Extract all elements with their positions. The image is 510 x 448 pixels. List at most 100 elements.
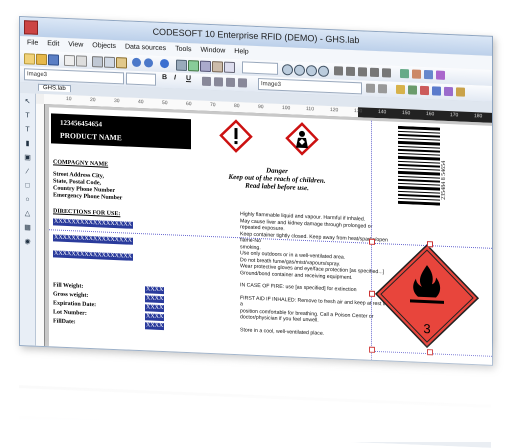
form-icon[interactable]: [188, 60, 199, 71]
barcode-tool-icon[interactable]: [420, 86, 429, 95]
bold-button[interactable]: B: [162, 74, 167, 81]
link-icon[interactable]: [444, 87, 453, 96]
hazard-statements[interactable]: Highly flammable liquid and vapour. Harm…: [240, 211, 390, 339]
exclamation-pictogram-icon[interactable]: [219, 118, 253, 153]
class-number: 3: [423, 321, 430, 336]
barcode-graphic[interactable]: [398, 126, 440, 206]
tab-ghs-lab[interactable]: GHS.lab: [38, 84, 71, 92]
table-icon[interactable]: [212, 61, 223, 72]
align-icon[interactable]: [334, 66, 343, 75]
size-combo[interactable]: [126, 72, 156, 85]
menu-objects[interactable]: Objects: [92, 39, 116, 54]
ruler-mark: 60: [186, 101, 192, 107]
paragraph-tool-icon[interactable]: T: [23, 125, 32, 134]
menu-window[interactable]: Window: [200, 44, 225, 59]
zoom-combo[interactable]: [242, 61, 278, 75]
label-page[interactable]: 123456454654 PRODUCT NAME COMPAGNY NAME …: [49, 107, 492, 365]
database-icon[interactable]: [176, 60, 187, 71]
selection-handle[interactable]: [369, 239, 375, 245]
align-right-icon[interactable]: [226, 78, 235, 87]
print-preview-icon[interactable]: [76, 55, 87, 66]
undo-icon[interactable]: [132, 58, 141, 67]
barcode-number[interactable]: 235484 8 54654: [441, 130, 451, 200]
variable-icon[interactable]: [400, 69, 409, 78]
zoom-fit-icon[interactable]: [306, 65, 317, 76]
rfid-icon[interactable]: [224, 62, 235, 73]
menu-view[interactable]: View: [68, 38, 83, 53]
selection-handle[interactable]: [427, 241, 433, 247]
directions-title[interactable]: DIRECTIONS FOR USE:: [53, 208, 120, 218]
rfid-tag-icon[interactable]: ◉: [23, 237, 32, 246]
redo-icon[interactable]: [144, 58, 153, 67]
menu-edit[interactable]: Edit: [47, 37, 59, 52]
text-tool-icon[interactable]: T: [23, 111, 32, 120]
menu-tools[interactable]: Tools: [175, 43, 191, 58]
ole-icon[interactable]: [432, 86, 441, 95]
justify-icon[interactable]: [238, 78, 247, 87]
paste-icon[interactable]: [116, 57, 127, 68]
open-folder-icon[interactable]: [36, 54, 47, 65]
zoom-out-icon[interactable]: [294, 65, 305, 76]
rfid-tool-icon[interactable]: [456, 87, 465, 96]
select-tool-icon[interactable]: ↖: [23, 97, 32, 106]
rectangle-tool-icon[interactable]: □: [23, 181, 32, 190]
selection-handle[interactable]: [369, 291, 375, 297]
order-icon[interactable]: [358, 67, 367, 76]
grid-icon[interactable]: [200, 61, 211, 72]
cut-icon[interactable]: [92, 56, 103, 67]
placeholder-line[interactable]: XXXXXXXXXXXXXXXXXX: [53, 218, 133, 228]
fill-color-icon[interactable]: [378, 84, 387, 93]
product-id-text[interactable]: 123456454654: [60, 119, 102, 129]
polygon-tool-icon[interactable]: △: [23, 209, 32, 218]
copy-icon[interactable]: [104, 57, 115, 68]
new-document-icon[interactable]: [24, 53, 35, 64]
align-left-icon[interactable]: [202, 77, 211, 86]
field-label[interactable]: FillDate:: [53, 318, 76, 326]
group-icon[interactable]: [370, 68, 379, 77]
ruler-mark: 110: [306, 106, 314, 112]
field-value[interactable]: XXXX: [145, 286, 164, 294]
design-canvas[interactable]: 123456454654 PRODUCT NAME COMPAGNY NAME …: [45, 104, 492, 365]
save-icon[interactable]: [48, 54, 59, 65]
line-tool-icon[interactable]: ∕: [23, 167, 32, 176]
image-tool-icon[interactable]: ▣: [23, 153, 32, 162]
ruler-mark: 90: [258, 104, 264, 110]
field-value[interactable]: XXXX: [145, 322, 164, 330]
text-color-icon[interactable]: [366, 84, 375, 93]
align-center-icon[interactable]: [214, 77, 223, 86]
italic-button[interactable]: I: [174, 74, 176, 81]
distribute-icon[interactable]: [346, 67, 355, 76]
barcode-icon[interactable]: ▮: [23, 139, 32, 148]
zoom-in-icon[interactable]: [282, 64, 293, 75]
counter-icon[interactable]: [424, 70, 433, 79]
ellipse-tool-icon[interactable]: ○: [23, 195, 32, 204]
field-label[interactable]: Lot Number:: [53, 309, 87, 317]
table-tool-icon[interactable]: ▦: [23, 223, 32, 232]
underline-button[interactable]: U: [186, 75, 191, 82]
image-icon[interactable]: [396, 85, 405, 94]
field-value[interactable]: XXXX: [145, 295, 164, 303]
company-name-text[interactable]: COMPAGNY NAME: [53, 159, 108, 168]
address-line-4[interactable]: Emergency Phone Number: [53, 192, 122, 202]
field-label[interactable]: Fill Weight:: [53, 282, 83, 290]
help-icon[interactable]: [160, 59, 169, 68]
date-icon[interactable]: [436, 70, 445, 79]
menu-help[interactable]: Help: [234, 45, 248, 60]
formula-icon[interactable]: [412, 69, 421, 78]
product-name-text[interactable]: PRODUCT NAME: [60, 131, 122, 143]
zoom-page-icon[interactable]: [318, 66, 329, 77]
field-value[interactable]: XXXX: [145, 304, 164, 312]
placeholder-line[interactable]: XXXXXXXXXXXXXXXXXX: [53, 250, 133, 260]
flammable-class-diamond-icon[interactable]: 3: [374, 241, 480, 351]
field-value[interactable]: XXXX: [145, 313, 164, 321]
ruler-mark: 80: [234, 103, 240, 109]
field-label[interactable]: Gross weight:: [53, 291, 88, 299]
rotate-icon[interactable]: [382, 68, 391, 77]
health-hazard-pictogram-icon[interactable]: [285, 121, 319, 156]
print-icon[interactable]: [64, 55, 75, 66]
placeholder-line[interactable]: XXXXXXXXXXXXXXXXXX: [53, 234, 133, 244]
product-header-box[interactable]: 123456454654 PRODUCT NAME: [51, 113, 191, 149]
menu-file[interactable]: File: [27, 36, 38, 50]
field-label[interactable]: Expiration Date:: [53, 300, 96, 309]
shape-icon[interactable]: [408, 85, 417, 94]
